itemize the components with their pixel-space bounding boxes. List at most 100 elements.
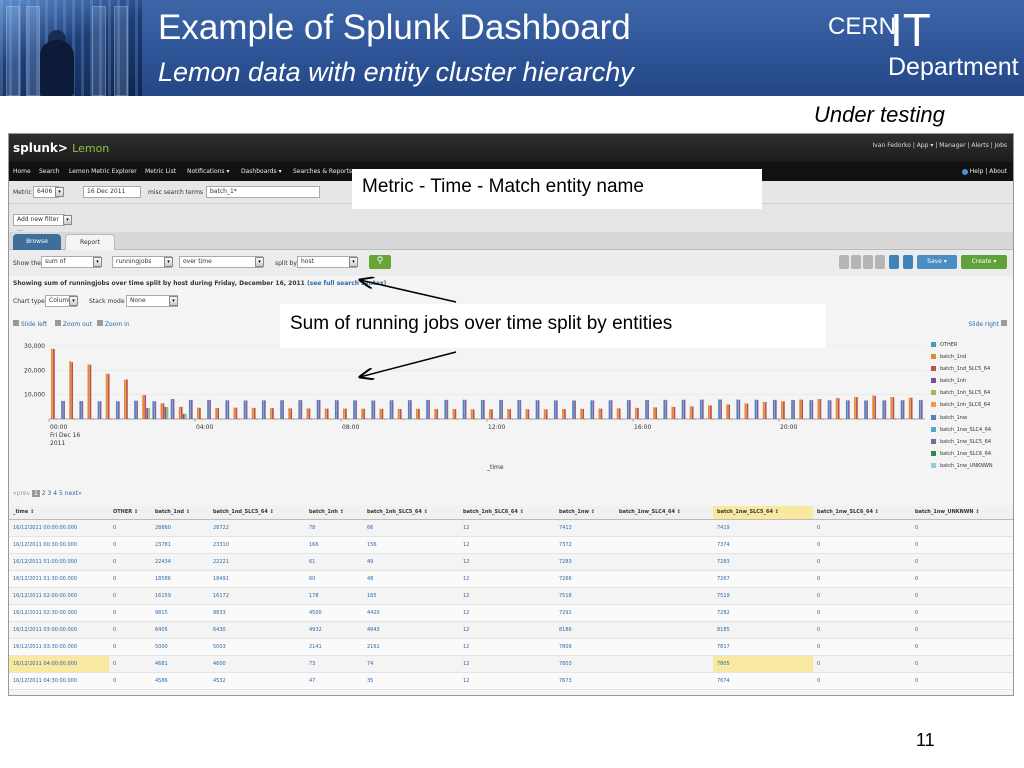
chart-bar[interactable] <box>588 418 591 420</box>
chart-bar[interactable] <box>657 418 660 420</box>
chart-bar[interactable] <box>330 418 333 420</box>
chart-bar[interactable] <box>572 400 574 419</box>
chart-bar[interactable] <box>79 401 82 419</box>
chart-bar[interactable] <box>880 418 883 420</box>
chart-bar[interactable] <box>215 407 217 419</box>
chart-bar[interactable] <box>243 400 246 419</box>
chart-bar[interactable] <box>464 399 467 419</box>
chart-bar[interactable] <box>452 409 455 419</box>
chart-bar[interactable] <box>292 418 295 420</box>
full-search-syntax-link[interactable]: (see full search syntax) <box>307 280 386 287</box>
chart-bar[interactable] <box>355 400 357 419</box>
chart-bar[interactable] <box>568 418 570 420</box>
chart-bar[interactable] <box>774 399 777 419</box>
chart-bar[interactable] <box>55 418 57 420</box>
chart-bar[interactable] <box>361 408 363 419</box>
column-header[interactable]: batch_1nw_SLC6_64 ↕ <box>813 506 911 520</box>
chart-bar[interactable] <box>219 418 222 420</box>
chart-bar[interactable] <box>409 400 412 419</box>
legend-item[interactable]: batch_1nd_SLC5_64 <box>931 365 1013 377</box>
chart-bar[interactable] <box>847 400 850 419</box>
chart-bar[interactable] <box>318 399 321 419</box>
menu-metric-list[interactable]: Metric List <box>145 168 176 175</box>
chart-bar[interactable] <box>894 418 897 420</box>
chart-bar[interactable] <box>81 401 84 419</box>
chart-bar[interactable] <box>555 400 558 419</box>
chart-bar[interactable] <box>405 418 408 420</box>
chart-bar[interactable] <box>827 400 830 419</box>
column-header[interactable]: batch_1nw ↕ <box>555 506 615 520</box>
chart-bar[interactable] <box>363 408 366 419</box>
chart-bar[interactable] <box>270 408 272 419</box>
chart-bar[interactable] <box>547 418 550 420</box>
chart-bar[interactable] <box>144 395 147 419</box>
chart-bar[interactable] <box>351 418 353 420</box>
search-button[interactable]: ⚲ <box>369 255 391 269</box>
chart-bar[interactable] <box>783 401 785 419</box>
column-header[interactable]: batch_1nh ↕ <box>305 506 363 520</box>
chart-bar[interactable] <box>720 399 722 420</box>
chart-bar[interactable] <box>537 400 540 419</box>
table-row[interactable]: 16/12/2011 03:00:00.000 0 6405 6430 4932 4943… <box>9 621 1013 639</box>
chart-bar[interactable] <box>237 418 240 420</box>
chart-bar[interactable] <box>663 399 666 419</box>
legend-item[interactable]: OTHER <box>931 341 1013 353</box>
chart-bar[interactable] <box>172 399 175 419</box>
chart-bar[interactable] <box>454 409 457 419</box>
chart-bar[interactable] <box>71 362 74 419</box>
zoom-in-button[interactable]: Zoom in <box>97 320 130 328</box>
chart-bar[interactable] <box>517 400 520 419</box>
chart-bar[interactable] <box>643 418 645 420</box>
chart-bar[interactable] <box>829 400 832 419</box>
chart-bar[interactable] <box>476 418 479 420</box>
chart-bar[interactable] <box>592 400 595 419</box>
chart-bar[interactable] <box>57 418 59 420</box>
slide-right-button[interactable]: Slide right <box>968 320 1007 328</box>
chart-bar[interactable] <box>324 408 327 419</box>
chart-bar[interactable] <box>225 400 228 419</box>
chart-bar[interactable] <box>308 408 311 419</box>
chart-bar[interactable] <box>134 400 136 419</box>
chart-bar[interactable] <box>738 399 741 419</box>
pager-prev[interactable]: «prev <box>13 490 30 497</box>
chart-bar[interactable] <box>916 418 919 420</box>
chart-bar[interactable] <box>618 408 621 419</box>
chart-bar[interactable] <box>902 400 905 419</box>
chart-bar[interactable] <box>622 418 625 420</box>
chart-bar[interactable] <box>689 406 692 419</box>
chart-bar[interactable] <box>681 399 684 419</box>
chart-bar[interactable] <box>896 418 899 420</box>
chart-bar[interactable] <box>99 401 102 419</box>
chart-bar[interactable] <box>501 399 503 419</box>
chart-bar[interactable] <box>180 406 183 419</box>
chart-bar[interactable] <box>805 418 808 420</box>
chart-bar[interactable] <box>306 408 309 419</box>
chevron-down-icon[interactable]: ▾ <box>255 257 264 267</box>
column-header[interactable]: batch_1nh_SLC5_64 ↕ <box>363 506 459 520</box>
chart-bar[interactable] <box>789 418 791 420</box>
chart-bar[interactable] <box>529 418 532 420</box>
chart-bar[interactable] <box>199 407 201 419</box>
chart-bar[interactable] <box>811 400 814 419</box>
chart-bar[interactable] <box>59 418 61 420</box>
chart-bar[interactable] <box>434 409 436 419</box>
chart-bar[interactable] <box>387 418 390 420</box>
chart-bar[interactable] <box>239 418 242 420</box>
chart-bar[interactable] <box>178 406 181 419</box>
chart-bar[interactable] <box>726 404 728 420</box>
chart-bar[interactable] <box>574 400 576 419</box>
chart-bar[interactable] <box>111 418 114 420</box>
chart-bar[interactable] <box>641 418 643 420</box>
chart-bar[interactable] <box>472 409 475 419</box>
chart-bar[interactable] <box>513 418 516 420</box>
chart-bar[interactable] <box>77 418 80 420</box>
chart-bar[interactable] <box>203 418 205 420</box>
chart-bar[interactable] <box>495 418 497 420</box>
chart-bar[interactable] <box>241 418 244 420</box>
chart-bar[interactable] <box>205 418 207 420</box>
pager-page-2[interactable]: 2 <box>42 490 46 497</box>
menu-lemon-metric-explorer[interactable]: Lemon Metric Explorer <box>69 168 137 175</box>
chart-bar[interactable] <box>385 418 388 420</box>
chart-bar[interactable] <box>586 418 589 420</box>
chart-bar[interactable] <box>407 400 410 419</box>
